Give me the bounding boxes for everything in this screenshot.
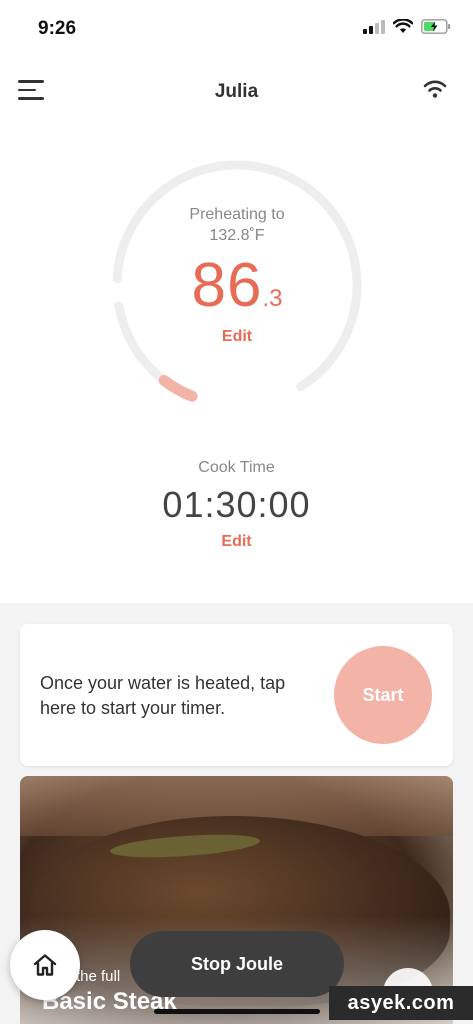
battery-charging-icon xyxy=(421,19,451,34)
wifi-status-icon xyxy=(393,19,413,33)
temperature-ring: Preheating to 132.8˚F 86.3 Edit xyxy=(110,158,364,412)
cook-time-label: Cook Time xyxy=(198,459,275,476)
wifi-connection-button[interactable] xyxy=(423,80,447,103)
start-timer-card[interactable]: Once your water is heated, tap here to s… xyxy=(20,624,453,766)
ring-progress xyxy=(158,374,198,402)
watermark: asyek.com xyxy=(329,986,473,1020)
current-temperature-decimal: .3 xyxy=(262,285,283,312)
edit-cook-time-link[interactable]: Edit xyxy=(221,533,251,550)
stop-joule-button[interactable]: Stop Joule xyxy=(130,931,344,997)
status-icons xyxy=(363,19,451,34)
device-name-title: Julia xyxy=(214,81,259,102)
target-temperature: 132.8˚F xyxy=(209,227,265,244)
home-indicator[interactable] xyxy=(154,1009,320,1014)
cellular-signal-icon xyxy=(363,19,385,34)
start-button[interactable]: Start xyxy=(334,646,432,744)
edit-temperature-link[interactable]: Edit xyxy=(222,328,252,345)
header: Julia xyxy=(0,70,473,116)
wifi-icon xyxy=(423,80,447,98)
cook-time-value: 01:30:00 xyxy=(162,484,311,525)
recipe-subtitle: the full xyxy=(76,968,121,985)
timer-instruction-text: Once your water is heated, tap here to s… xyxy=(40,673,286,718)
current-temperature-integer: 86 xyxy=(191,251,263,320)
home-button[interactable] xyxy=(10,930,80,1000)
status-bar: 9:26 xyxy=(0,0,473,54)
preheat-status-label: Preheating to xyxy=(189,206,285,223)
status-time: 9:26 xyxy=(38,18,77,39)
current-temperature: 86.3 xyxy=(110,250,364,321)
preheat-status: Preheating to 132.8˚F xyxy=(110,204,364,246)
home-icon xyxy=(33,954,57,976)
